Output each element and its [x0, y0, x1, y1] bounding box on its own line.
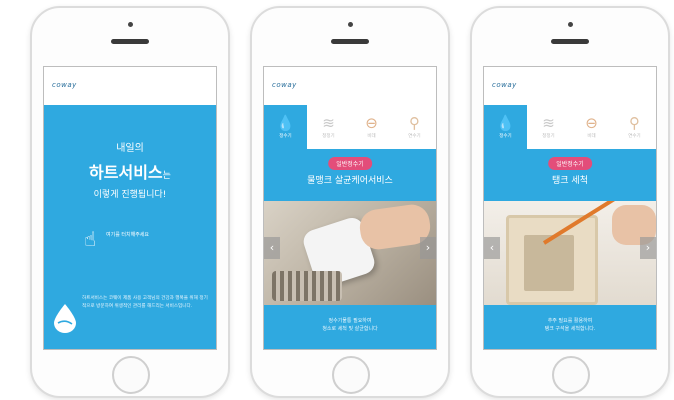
tab-water-purifier[interactable]: 💧 정수기	[264, 105, 307, 149]
tab-label: 비데	[367, 134, 376, 139]
softener-icon: ⚲	[629, 114, 640, 132]
home-button[interactable]	[552, 356, 590, 394]
tab-bidet[interactable]: ⊖ 비데	[570, 105, 613, 149]
intro-body: 하트서비스는 코웨이 제품 사용 고객님의 건강과 행복을 위해 정기적으로 방…	[82, 296, 208, 309]
caption-line2: 탱크 구석을 세척합니다.	[544, 326, 596, 332]
next-arrow[interactable]: ›	[640, 237, 656, 259]
water-drop-icon	[52, 303, 78, 333]
tab-water-purifier[interactable]: 💧 정수기	[484, 105, 527, 149]
phone-2: coway 💧 정수기 ≋ 청정기 ⊖ 비데 ⚲ 연수기 일반정수기 물맹크 살균케어서…	[250, 6, 450, 398]
air-wave-icon: ≋	[322, 114, 335, 132]
coway-logo: coway	[272, 81, 297, 89]
tab-air-purifier[interactable]: ≋ 청정기	[307, 105, 350, 149]
category-pill: 일반정수기	[548, 157, 592, 170]
caption: 추주 필요를 활용하여 탱크 구석을 세척합니다.	[484, 317, 656, 333]
tab-label: 청정기	[322, 134, 335, 139]
tab-label: 연수기	[408, 134, 421, 139]
product-tabs: 💧 정수기 ≋ 청정기 ⊖ 비데 ⚲ 연수기	[264, 105, 436, 149]
camera	[127, 22, 133, 27]
tab-label: 정수기	[499, 134, 512, 139]
softener-icon: ⚲	[409, 114, 420, 132]
intro-highlight: 하트서비스	[89, 163, 163, 182]
service-title: 탱크 세척	[552, 176, 588, 186]
tab-label: 청정기	[542, 134, 555, 139]
top-bar: coway	[264, 67, 436, 105]
caption-line1: 정수기물통 필요하여	[328, 318, 372, 324]
top-bar: coway	[484, 67, 656, 105]
water-drop-icon: 💧	[496, 114, 515, 132]
tab-label: 정수기	[279, 134, 292, 139]
bidet-icon: ⊖	[365, 114, 378, 132]
phone-3: coway 💧 정수기 ≋ 청정기 ⊖ 비데 ⚲ 연수기 일반정수기 탱크 세척 ‹ ›…	[470, 6, 670, 398]
service-photo: ‹ ›	[264, 201, 436, 305]
coway-logo: coway	[492, 81, 517, 89]
screen-1: coway 내일의 하트서비스는 이렇게 진행됩니다! ☝ 여기를 터치해주세요…	[43, 66, 217, 350]
water-drop-icon: 💧	[276, 114, 295, 132]
prev-arrow[interactable]: ‹	[484, 237, 500, 259]
speaker	[111, 39, 149, 44]
speaker	[331, 39, 369, 44]
intro-suffix: 는	[162, 171, 171, 181]
tab-label: 연수기	[628, 134, 641, 139]
intro-line1: 내일의	[116, 143, 144, 154]
intro-line3: 이렇게 진행됩니다!	[93, 190, 167, 200]
category-pill: 일반정수기	[328, 157, 372, 170]
tap-area[interactable]: ☝ 여기를 터치해주세요	[84, 225, 184, 259]
tab-bidet[interactable]: ⊖ 비데	[350, 105, 393, 149]
air-wave-icon: ≋	[542, 114, 555, 132]
tab-label: 비데	[587, 134, 596, 139]
pointer-hand-icon: ☝	[84, 227, 97, 251]
service-photo: ‹ ›	[484, 201, 656, 305]
next-arrow[interactable]: ›	[420, 237, 436, 259]
coway-logo: coway	[52, 81, 77, 89]
speaker	[551, 39, 589, 44]
tank-inner	[524, 235, 574, 291]
screen-3: coway 💧 정수기 ≋ 청정기 ⊖ 비데 ⚲ 연수기 일반정수기 탱크 세척 ‹ ›…	[483, 66, 657, 350]
product-tabs: 💧 정수기 ≋ 청정기 ⊖ 비데 ⚲ 연수기	[484, 105, 656, 149]
home-button[interactable]	[332, 356, 370, 394]
screen-2: coway 💧 정수기 ≋ 청정기 ⊖ 비데 ⚲ 연수기 일반정수기 물맹크 살균케어서…	[263, 66, 437, 350]
intro-heading: 내일의 하트서비스는 이렇게 진행됩니다!	[44, 139, 216, 200]
coil-shape	[272, 271, 342, 301]
caption: 정수기물통 필요하여 청소로 세척 및 살균합니다	[264, 317, 436, 333]
intro-line2: 하트서비스는	[44, 159, 216, 183]
prev-arrow[interactable]: ‹	[264, 237, 280, 259]
tab-air-purifier[interactable]: ≋ 청정기	[527, 105, 570, 149]
service-title: 물맹크 살균케어서비스	[307, 176, 393, 186]
caption-line1: 추주 필요를 활용하여	[547, 318, 593, 324]
tab-softener[interactable]: ⚲ 연수기	[613, 105, 656, 149]
camera	[567, 22, 573, 27]
phone-1: coway 내일의 하트서비스는 이렇게 진행됩니다! ☝ 여기를 터치해주세요…	[30, 6, 230, 398]
bidet-icon: ⊖	[585, 114, 598, 132]
top-bar: coway	[44, 67, 216, 105]
tap-text: 여기를 터치해주세요	[106, 232, 149, 238]
caption-line2: 청소로 세척 및 살균합니다	[322, 326, 378, 332]
home-button[interactable]	[112, 356, 150, 394]
tab-softener[interactable]: ⚲ 연수기	[393, 105, 436, 149]
camera	[347, 22, 353, 27]
